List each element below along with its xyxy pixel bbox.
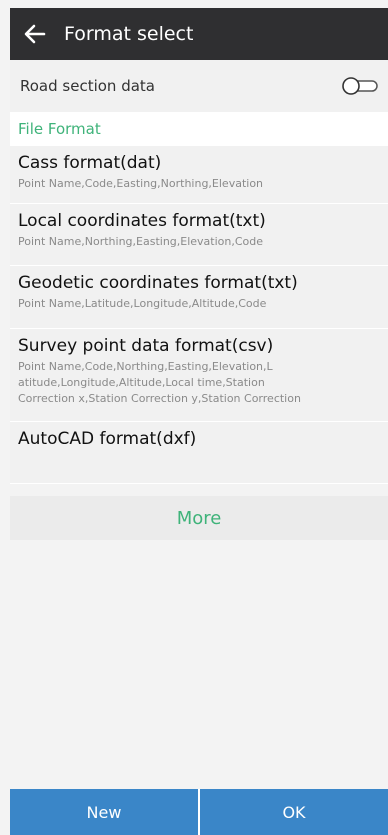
road-section-label: Road section data (20, 77, 155, 95)
format-item-title: AutoCAD format(dxf) (18, 429, 197, 449)
new-button[interactable]: New (10, 789, 198, 835)
arrow-left-icon (24, 24, 46, 44)
road-section-toggle[interactable] (340, 74, 380, 98)
bottom-action-bar: New OK (10, 789, 388, 835)
format-item-desc: Point Name,Latitude,Longitude,Altitude,C… (18, 297, 267, 310)
format-select-screen: Format select Road section data File For… (0, 0, 388, 835)
format-item-local-coordinates[interactable]: Local coordinates format(txt) Point Name… (10, 204, 388, 266)
format-item-desc: Point Name,Code,Northing,Easting,Elevati… (18, 359, 380, 407)
format-item-desc-line: atitude,Longitude,Altitude,Local time,St… (18, 376, 265, 389)
format-item-autocad[interactable]: AutoCAD format(dxf) (10, 422, 388, 484)
format-item-title: Geodetic coordinates format(txt) (18, 273, 298, 293)
format-item-title: Survey point data format(csv) (18, 336, 274, 356)
format-item-survey-point-data[interactable]: Survey point data format(csv) Point Name… (10, 329, 388, 422)
format-item-cass[interactable]: Cass format(dat) Point Name,Code,Easting… (10, 146, 388, 204)
toggle-switch-icon (342, 77, 378, 95)
format-item-desc: Point Name,Code,Easting,Northing,Elevati… (18, 177, 264, 190)
top-app-bar: Format select (10, 8, 388, 60)
format-item-desc-line: Point Name,Code,Northing,Easting,Elevati… (18, 360, 273, 373)
road-section-row: Road section data (10, 60, 388, 112)
back-button[interactable] (10, 8, 60, 60)
more-button[interactable]: More (10, 496, 388, 540)
format-item-desc-line: Correction x,Station Correction y,Statio… (18, 392, 301, 405)
format-item-geodetic-coordinates[interactable]: Geodetic coordinates format(txt) Point N… (10, 266, 388, 329)
format-item-title: Cass format(dat) (18, 153, 162, 173)
format-item-desc: Point Name,Northing,Easting,Elevation,Co… (18, 235, 264, 248)
file-format-header: File Format (10, 112, 388, 146)
page-title: Format select (64, 23, 194, 45)
format-list: Cass format(dat) Point Name,Code,Easting… (10, 146, 388, 484)
ok-button[interactable]: OK (200, 789, 388, 835)
format-item-title: Local coordinates format(txt) (18, 211, 266, 231)
